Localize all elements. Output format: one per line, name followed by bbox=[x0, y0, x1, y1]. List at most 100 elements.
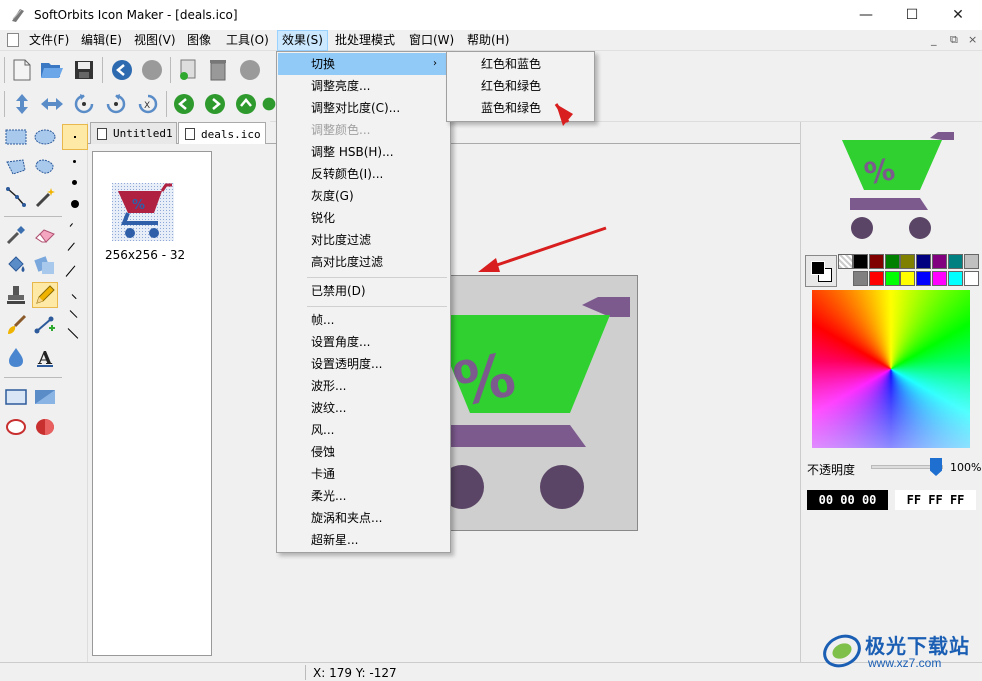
rectangle-filled-icon[interactable] bbox=[32, 384, 58, 410]
open-folder-icon[interactable] bbox=[40, 58, 64, 82]
thumbnail-cart-icon[interactable]: % bbox=[112, 183, 174, 241]
palette-swatch[interactable] bbox=[884, 271, 900, 286]
menu-item-wind[interactable]: 风... bbox=[278, 419, 449, 441]
record-icon[interactable] bbox=[140, 58, 164, 82]
menu-item-wave[interactable]: 波形... bbox=[278, 375, 449, 397]
brush-icon[interactable] bbox=[3, 312, 29, 338]
menu-item-erode[interactable]: 侵蚀 bbox=[278, 441, 449, 463]
primary-color-hex[interactable]: 00 00 00 bbox=[807, 490, 888, 510]
menu-item-soft-light[interactable]: 柔光... bbox=[278, 485, 449, 507]
back-icon[interactable] bbox=[110, 58, 134, 82]
palette-swatch[interactable] bbox=[932, 254, 947, 269]
menu-window[interactable]: 窗口(W) bbox=[405, 30, 458, 51]
menu-item-brightness[interactable]: 调整亮度... bbox=[278, 75, 449, 97]
nav-down-icon[interactable] bbox=[262, 92, 276, 116]
nav-up-icon[interactable] bbox=[234, 92, 258, 116]
rect-select-icon[interactable] bbox=[3, 124, 29, 150]
eyedropper-icon[interactable] bbox=[3, 222, 29, 248]
close-button[interactable]: ✕ bbox=[935, 0, 981, 30]
tab-untitled1[interactable]: Untitled1 bbox=[90, 122, 177, 144]
menu-item-set-angle[interactable]: 设置角度... bbox=[278, 331, 449, 353]
palette-swatch[interactable] bbox=[963, 254, 979, 269]
menu-image[interactable]: 图像 bbox=[183, 30, 215, 51]
ellipse-select-icon[interactable] bbox=[32, 124, 58, 150]
menu-item-frame[interactable]: 帧... bbox=[278, 309, 449, 331]
new-file-icon[interactable] bbox=[10, 58, 34, 82]
mdi-minimize-button[interactable]: _ bbox=[931, 33, 937, 46]
menu-item-disabled[interactable]: 已禁用(D) bbox=[278, 280, 449, 302]
menu-item-hsb[interactable]: 调整 HSB(H)... bbox=[278, 141, 449, 163]
submenu-item-red-blue[interactable]: 红色和蓝色 bbox=[448, 53, 593, 75]
palette-swatch[interactable] bbox=[868, 271, 884, 286]
rectangle-outline-icon[interactable] bbox=[3, 384, 29, 410]
eraser-icon[interactable] bbox=[32, 222, 58, 248]
menu-item-invert[interactable]: 反转颜色(I)... bbox=[278, 163, 449, 185]
menu-item-swirl-pinch[interactable]: 旋涡和夹点... bbox=[278, 507, 449, 529]
ellipse-filled-icon[interactable] bbox=[32, 414, 58, 440]
palette-swatch[interactable] bbox=[884, 254, 900, 269]
menu-item-high-contrast-filter[interactable]: 高对比度过滤 bbox=[278, 251, 449, 273]
stamp-icon[interactable] bbox=[3, 282, 29, 308]
menu-edit[interactable]: 编辑(E) bbox=[77, 30, 126, 51]
submenu-item-blue-green[interactable]: 蓝色和绿色 bbox=[448, 97, 593, 119]
freeform-select-icon[interactable] bbox=[32, 154, 58, 180]
transparent-swatch[interactable] bbox=[838, 254, 853, 269]
secondary-color-hex[interactable]: FF FF FF bbox=[895, 490, 976, 510]
maximize-button[interactable]: ☐ bbox=[889, 0, 935, 30]
menu-batch[interactable]: 批处理模式 bbox=[331, 30, 399, 51]
palette-swatch[interactable] bbox=[932, 271, 947, 286]
menu-item-contrast[interactable]: 调整对比度(C)... bbox=[278, 97, 449, 119]
menu-item-switch[interactable]: 切换 › bbox=[278, 53, 449, 75]
add-frame-icon[interactable] bbox=[176, 58, 200, 82]
fill-bucket-icon[interactable] bbox=[3, 252, 29, 278]
palette-swatch[interactable] bbox=[853, 271, 868, 286]
palette-swatch[interactable] bbox=[868, 254, 884, 269]
menu-effects[interactable]: 效果(S) bbox=[277, 30, 328, 51]
submenu-item-red-green[interactable]: 红色和绿色 bbox=[448, 75, 593, 97]
palette-swatch[interactable] bbox=[853, 254, 868, 269]
blur-drop-icon[interactable] bbox=[3, 344, 29, 370]
palette-swatch[interactable] bbox=[900, 271, 916, 286]
palette-swatch[interactable] bbox=[916, 271, 932, 286]
polygon-select-icon[interactable] bbox=[3, 184, 29, 210]
mdi-close-button[interactable]: × bbox=[968, 33, 977, 46]
menu-item-ripple[interactable]: 波纹... bbox=[278, 397, 449, 419]
tab-deals-ico[interactable]: deals.ico bbox=[178, 122, 266, 145]
menu-item-set-transparency[interactable]: 设置透明度... bbox=[278, 353, 449, 375]
fg-bg-color-swatch[interactable] bbox=[805, 255, 837, 287]
ellipse-outline-icon[interactable] bbox=[3, 414, 29, 440]
node-add-icon[interactable] bbox=[32, 312, 58, 338]
palette-swatch[interactable] bbox=[916, 254, 932, 269]
color-picker-gradient[interactable] bbox=[812, 290, 970, 448]
mdi-restore-button[interactable]: ⧉ bbox=[950, 33, 958, 47]
menu-item-grayscale[interactable]: 灰度(G) bbox=[278, 185, 449, 207]
palette-swatch[interactable] bbox=[900, 254, 916, 269]
menu-tools[interactable]: 工具(O) bbox=[222, 30, 273, 51]
circle-tool-icon[interactable] bbox=[238, 58, 262, 82]
nav-right-icon[interactable] bbox=[203, 92, 227, 116]
palette-swatch[interactable] bbox=[947, 271, 963, 286]
flip-vertical-icon[interactable] bbox=[10, 92, 34, 116]
menu-item-supernova[interactable]: 超新星... bbox=[278, 529, 449, 551]
menu-file[interactable]: 文件(F) bbox=[25, 30, 73, 51]
rotate-right-icon[interactable] bbox=[104, 92, 128, 116]
lasso-icon[interactable] bbox=[3, 154, 29, 180]
delete-frame-icon[interactable] bbox=[206, 58, 230, 82]
minimize-button[interactable]: — bbox=[843, 0, 889, 30]
menu-view[interactable]: 视图(V) bbox=[130, 30, 180, 51]
save-icon[interactable] bbox=[72, 58, 96, 82]
magic-wand-icon[interactable] bbox=[32, 184, 58, 210]
pen-size-1[interactable] bbox=[62, 124, 88, 150]
menu-item-cartoon[interactable]: 卡通 bbox=[278, 463, 449, 485]
document-icon[interactable] bbox=[7, 33, 19, 47]
menu-item-contrast-filter[interactable]: 对比度过滤 bbox=[278, 229, 449, 251]
color-replace-icon[interactable] bbox=[32, 252, 58, 278]
rotate-left-icon[interactable] bbox=[72, 92, 96, 116]
rotate-custom-icon[interactable]: X bbox=[136, 92, 160, 116]
flip-horizontal-icon[interactable] bbox=[40, 92, 64, 116]
nav-left-icon[interactable] bbox=[172, 92, 196, 116]
text-tool-icon[interactable]: A bbox=[32, 344, 58, 370]
palette-swatch[interactable] bbox=[947, 254, 963, 269]
menu-item-sharpen[interactable]: 锐化 bbox=[278, 207, 449, 229]
menu-help[interactable]: 帮助(H) bbox=[463, 30, 513, 51]
